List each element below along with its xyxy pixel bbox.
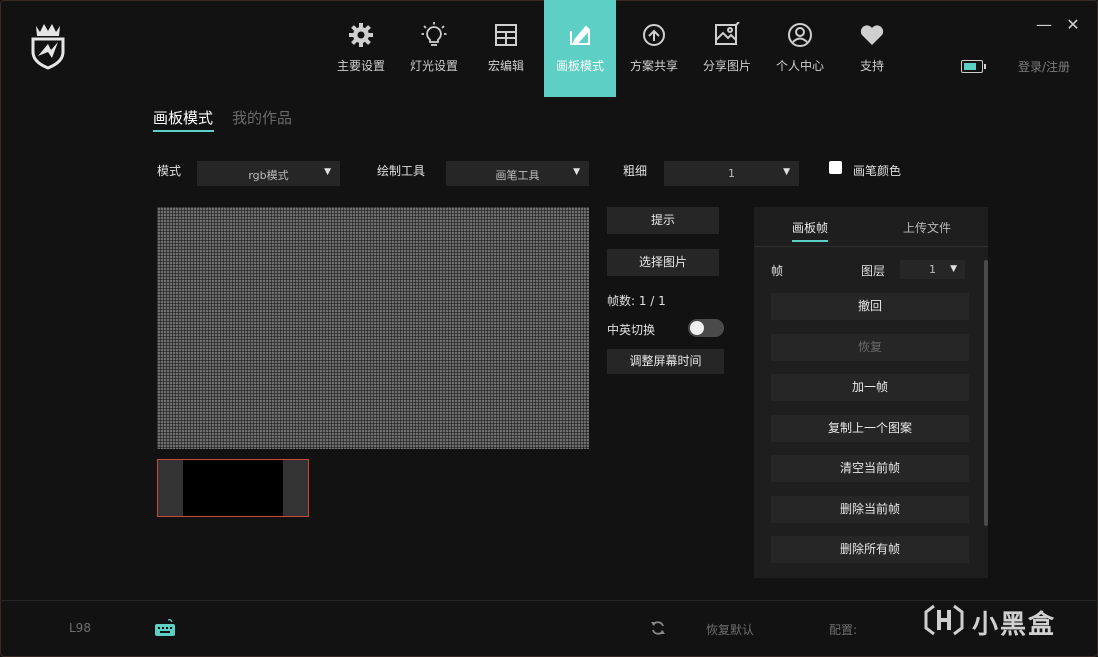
undo-button[interactable]: 撤回 [771,293,969,320]
layer-label: 图层 [861,264,886,278]
nav-support[interactable]: 支持 [850,0,894,97]
tab-upload-file[interactable]: 上传文件 [903,219,951,236]
thickness-value: 1 [728,167,735,180]
nav-drawing-board[interactable]: 画板模式 [544,0,616,97]
delete-all-frames-button[interactable]: 删除所有帧 [771,536,969,563]
frame-panel: 画板帧 上传文件 帧 图层 1 ▼ 撤回 恢复 加一帧 复制上一个图案 清空当前… [754,207,988,578]
keyboard-icon[interactable] [154,619,176,637]
language-switch-label: 中英切换 [607,323,656,337]
nav-label: 宏编辑 [487,59,524,73]
refresh-icon[interactable] [650,620,666,636]
login-register-link[interactable]: 登录/注册 [1018,58,1070,75]
thickness-label: 粗细 [623,164,648,178]
copy-previous-pattern-button[interactable]: 复制上一个图案 [771,415,969,442]
share-profile-icon [641,22,667,48]
panel-tab-indicator [792,240,828,242]
watermark-text: 小黑盒 [972,610,1057,640]
nav-profile-share[interactable]: 方案共享 [626,0,682,97]
user-icon [787,22,813,48]
grid-icon [493,22,519,48]
subtab-indicator [153,130,214,132]
language-switch-toggle[interactable] [688,319,724,337]
nav-personal-center[interactable]: 个人中心 [772,0,828,97]
chevron-down-icon: ▼ [783,167,790,177]
pen-color-label: 画笔颜色 [853,164,902,178]
adjust-screen-time-button[interactable]: 调整屏幕时间 [607,349,724,374]
thickness-select[interactable]: 1 ▼ [664,161,799,186]
reset-default-button[interactable]: 恢复默认 [706,621,754,638]
frame-thumbnail-preview [183,460,283,516]
close-button[interactable]: ✕ [1062,14,1084,36]
draw-tool-label: 绘制工具 [377,164,426,178]
pen-color-checkbox[interactable] [829,161,842,174]
clear-current-frame-button[interactable]: 清空当前帧 [771,455,969,482]
nav-macro-editor[interactable]: 宏编辑 [484,0,528,97]
nav-label: 个人中心 [775,59,824,73]
draw-tool-select[interactable]: 画笔工具 ▼ [446,161,589,186]
nav-label: 画板模式 [555,59,604,73]
nav-light-settings[interactable]: 灯光设置 [406,0,462,97]
select-image-button[interactable]: 选择图片 [607,249,719,276]
nav-label: 分享图片 [702,59,751,73]
subtab-my-works[interactable]: 我的作品 [232,107,292,128]
layer-select[interactable]: 1 ▼ [900,260,965,279]
add-frame-button[interactable]: 加一帧 [771,374,969,401]
config-label: 配置: [829,623,858,637]
frame-thumbnail[interactable] [157,459,309,517]
redo-button[interactable]: 恢复 [771,334,969,361]
drawing-board-icon [567,22,593,48]
gear-icon [348,22,374,48]
chevron-down-icon: ▼ [950,264,957,274]
battery-level [964,63,976,70]
minimize-button[interactable]: — [1033,14,1055,36]
tab-board-frames[interactable]: 画板帧 [792,219,828,236]
drawing-canvas[interactable] [157,207,589,449]
frame-count: 帧数: 1 / 1 [607,294,666,308]
subtab-drawing-board[interactable]: 画板模式 [153,107,213,128]
nav-share-image[interactable]: 分享图片 [699,0,755,97]
nav-label: 主要设置 [336,59,385,73]
xiaoheihe-logo-icon [924,604,964,636]
nav-label: 支持 [859,59,884,73]
chevron-down-icon: ▼ [573,167,580,177]
frame-label: 帧 [771,264,784,278]
nav-main-settings[interactable]: 主要设置 [333,0,389,97]
chevron-down-icon: ▼ [324,167,331,177]
nav-label: 方案共享 [629,59,678,73]
device-name: L98 [69,621,91,635]
panel-divider [754,246,988,247]
battery-icon [961,60,986,73]
nav-label: 灯光设置 [409,59,458,73]
mode-label: 模式 [157,164,182,178]
toggle-knob [690,321,704,335]
xiaoheihe-watermark: 小黑盒 [922,598,1072,642]
delete-current-frame-button[interactable]: 删除当前帧 [771,496,969,523]
mode-value: rgb模式 [248,169,289,182]
heart-icon [859,22,885,48]
draw-tool-value: 画笔工具 [495,169,540,182]
lightbulb-icon [421,22,447,48]
panel-scrollbar[interactable] [984,260,988,526]
hint-button[interactable]: 提示 [607,207,719,234]
share-image-icon [714,22,740,48]
brand-logo [28,22,68,70]
mode-select[interactable]: rgb模式 ▼ [197,161,340,186]
